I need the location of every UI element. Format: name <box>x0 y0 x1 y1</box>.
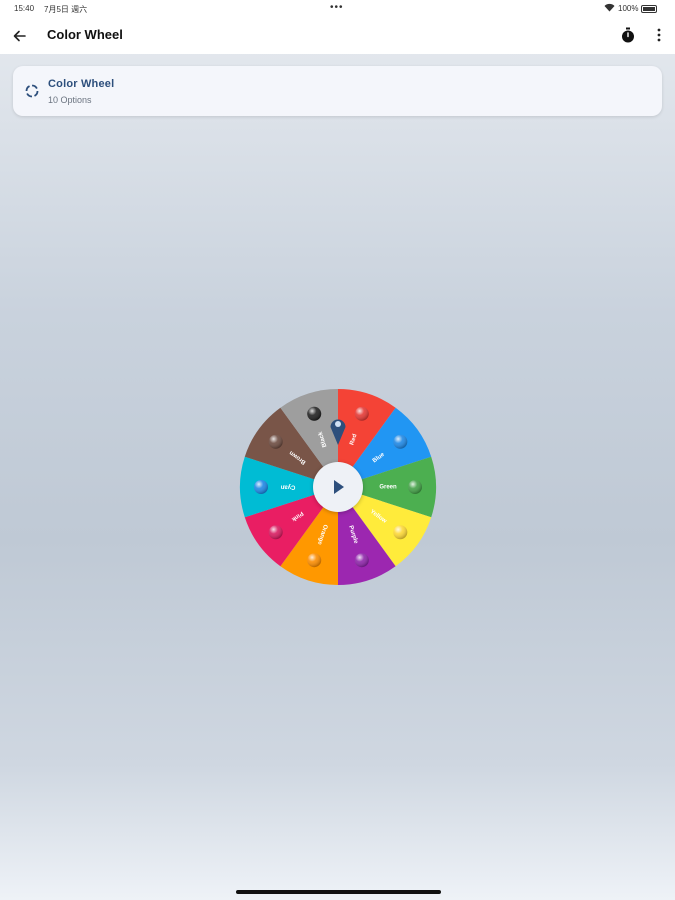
wifi-icon <box>604 3 615 14</box>
battery-percent: 100% <box>618 4 639 13</box>
app-bar: Color Wheel <box>0 18 675 54</box>
stopwatch-icon <box>622 27 634 43</box>
timer-button[interactable] <box>619 26 637 44</box>
color-ball-shine <box>393 434 408 449</box>
color-ball-shine <box>268 434 283 449</box>
multitask-dots[interactable]: ••• <box>330 2 344 13</box>
color-ball-shine <box>408 480 422 494</box>
color-ball-shine <box>354 553 369 568</box>
status-date: 7月5日 週六 <box>44 5 88 14</box>
color-ball-shine <box>354 406 369 421</box>
more-options-button[interactable] <box>652 25 666 45</box>
battery-icon <box>641 5 657 13</box>
color-ball-shine <box>268 525 283 540</box>
wheel-card-title: Color Wheel <box>48 78 115 90</box>
page-title: Color Wheel <box>47 27 123 42</box>
spin-wheel[interactable]: Red Blue Green Yellow Purple Orange Pink Cyan Br… <box>238 387 438 587</box>
play-icon <box>334 480 344 494</box>
status-bar: 15:40 7月5日 週六 ••• 100% <box>0 0 675 18</box>
wheel-card[interactable]: Color Wheel 10 Options <box>13 66 662 116</box>
arrow-left-icon <box>13 30 26 42</box>
spin-button[interactable] <box>313 462 363 512</box>
back-button[interactable] <box>10 26 30 46</box>
color-ball-shine <box>307 553 322 568</box>
more-vertical-icon <box>657 28 661 42</box>
status-time: 15:40 <box>14 4 35 13</box>
wheel-card-subtitle: 10 Options <box>48 95 92 105</box>
color-ball-shine <box>254 480 268 494</box>
home-indicator[interactable] <box>236 890 441 894</box>
wheel-option-label: Cyan <box>280 483 295 489</box>
wheel-option-label: Green <box>379 485 397 491</box>
wheel-pointer-icon <box>330 419 346 445</box>
spinner-icon <box>25 84 39 98</box>
color-ball-shine <box>393 525 408 540</box>
color-ball-shine <box>307 406 322 421</box>
